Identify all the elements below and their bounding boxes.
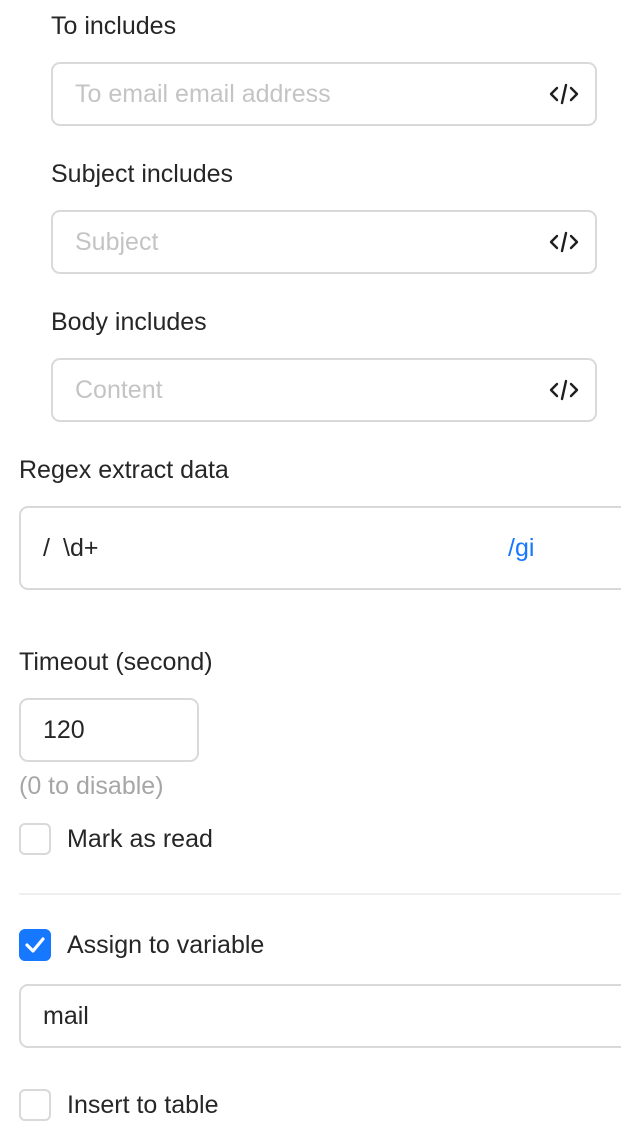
body-includes-field[interactable] <box>51 358 597 422</box>
code-icon[interactable] <box>547 228 581 256</box>
timeout-field[interactable] <box>19 698 199 762</box>
to-includes-field[interactable] <box>51 62 597 126</box>
regex-flags[interactable]: /gi <box>508 508 534 588</box>
code-icon[interactable] <box>547 376 581 404</box>
insert-table-checkbox[interactable] <box>19 1089 51 1121</box>
subject-includes-input[interactable] <box>75 212 535 272</box>
regex-field[interactable]: / /gi <box>19 506 621 590</box>
timeout-input[interactable] <box>43 700 173 760</box>
insert-table-label[interactable]: Insert to table <box>67 1090 218 1120</box>
code-icon[interactable] <box>547 80 581 108</box>
regex-prefix: / <box>43 533 50 562</box>
subject-includes-field[interactable] <box>51 210 597 274</box>
subject-includes-label: Subject includes <box>51 160 234 188</box>
checkmark-icon <box>25 937 45 953</box>
body-includes-label: Body includes <box>51 308 207 336</box>
assign-variable-label[interactable]: Assign to variable <box>67 930 264 960</box>
divider <box>19 893 621 895</box>
to-includes-label: To includes <box>51 12 177 40</box>
to-includes-input[interactable] <box>75 64 535 124</box>
variable-name-field[interactable] <box>19 984 621 1048</box>
regex-input[interactable] <box>63 508 483 588</box>
regex-extract-label: Regex extract data <box>19 456 229 484</box>
mark-as-read-checkbox[interactable] <box>19 823 51 855</box>
timeout-label: Timeout (second) <box>19 648 213 676</box>
variable-name-input[interactable] <box>43 986 583 1046</box>
assign-variable-checkbox[interactable] <box>19 929 51 961</box>
timeout-hint: (0 to disable) <box>19 772 164 800</box>
mark-as-read-label[interactable]: Mark as read <box>67 824 213 854</box>
body-includes-input[interactable] <box>75 360 535 420</box>
